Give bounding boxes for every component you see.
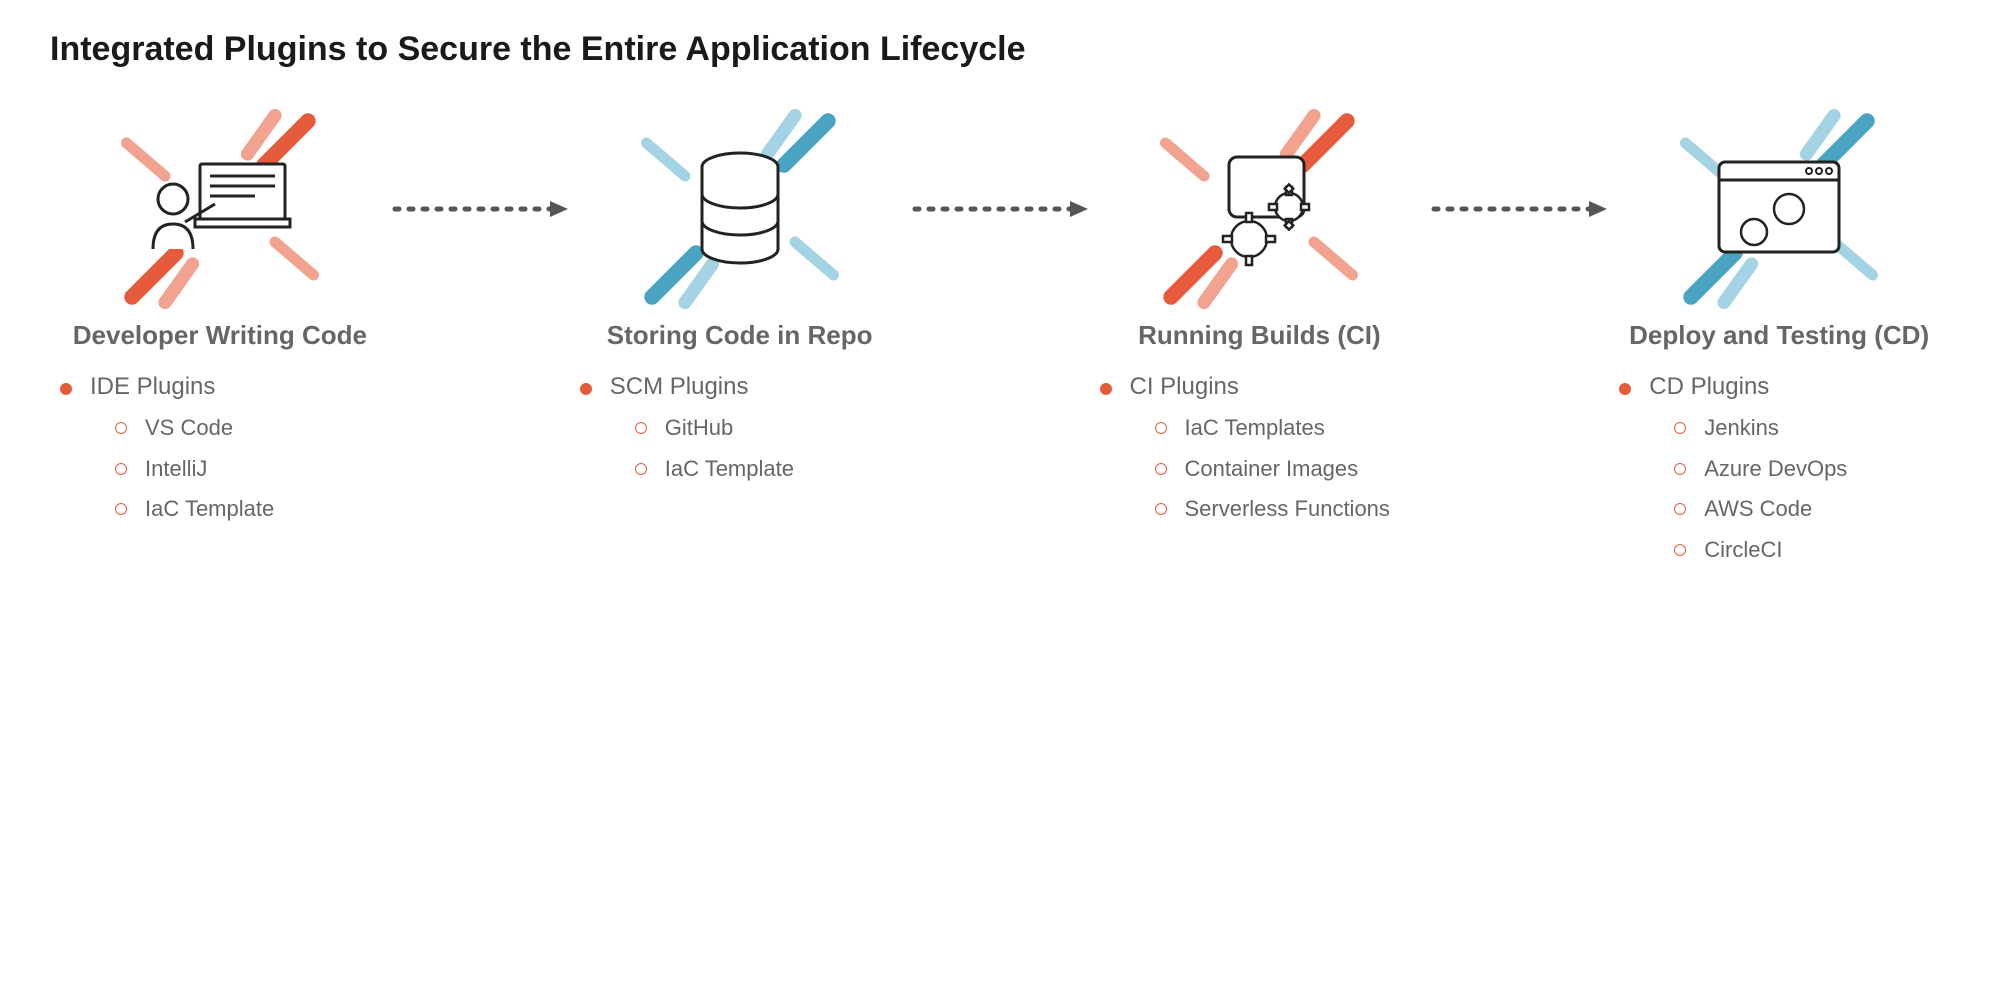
bullet-dot-icon [1619,383,1631,395]
stage-heading: Running Builds (CI) [1090,319,1430,353]
list-item: Jenkins [1609,413,1949,444]
flow-arrow [390,99,570,319]
build-gears-icon [1194,149,1324,269]
item-label: IaC Template [665,454,794,485]
diagram-title: Integrated Plugins to Secure the Entire … [50,30,1949,69]
list-item: IaC Templates [1090,413,1430,444]
bullet-ring-icon [1674,503,1686,515]
plugin-category: SCM Plugins [570,373,910,401]
bullet-ring-icon [115,503,127,515]
plugin-label: SCM Plugins [610,373,749,401]
plugin-label: CI Plugins [1130,373,1239,401]
plugin-category: CI Plugins [1090,373,1430,401]
item-label: CircleCI [1704,535,1782,566]
database-icon [690,149,790,269]
stage-heading: Storing Code in Repo [570,319,910,353]
plugin-label: CD Plugins [1649,373,1769,401]
item-label: AWS Code [1704,494,1812,525]
item-label: GitHub [665,413,733,444]
bullet-ring-icon [1674,544,1686,556]
stage-cd: Deploy and Testing (CD) CD Plugins Jenki… [1609,99,1949,576]
list-item: IntelliJ [50,454,390,485]
list-item: IaC Template [50,494,390,525]
list-item: VS Code [50,413,390,444]
item-label: IaC Templates [1185,413,1325,444]
bullet-ring-icon [115,422,127,434]
plugin-category: CD Plugins [1609,373,1949,401]
lifecycle-flow: Developer Writing Code IDE Plugins VS Co… [50,99,1949,576]
list-item: Azure DevOps [1609,454,1949,485]
stage-repo: Storing Code in Repo SCM Plugins GitHub … [570,99,910,494]
deploy-window-icon [1709,154,1849,264]
bullet-dot-icon [60,383,72,395]
stage-developer: Developer Writing Code IDE Plugins VS Co… [50,99,390,535]
list-item: IaC Template [570,454,910,485]
item-label: VS Code [145,413,233,444]
item-label: Azure DevOps [1704,454,1847,485]
item-label: Serverless Functions [1185,494,1390,525]
stage-ci: Running Builds (CI) CI Plugins IaC Templ… [1090,99,1430,535]
bullet-dot-icon [580,383,592,395]
item-label: IntelliJ [145,454,207,485]
bullet-ring-icon [115,463,127,475]
bullet-ring-icon [1155,422,1167,434]
bullet-dot-icon [1100,383,1112,395]
plugin-label: IDE Plugins [90,373,215,401]
bullet-ring-icon [1155,463,1167,475]
bullet-ring-icon [635,463,647,475]
bullet-ring-icon [1674,463,1686,475]
list-item: CircleCI [1609,535,1949,566]
bullet-ring-icon [1674,422,1686,434]
stage-heading: Deploy and Testing (CD) [1609,319,1949,353]
list-item: GitHub [570,413,910,444]
stage-heading: Developer Writing Code [50,319,390,353]
list-item: AWS Code [1609,494,1949,525]
item-label: Container Images [1185,454,1359,485]
bullet-ring-icon [1155,503,1167,515]
developer-icon [145,154,295,264]
item-label: IaC Template [145,494,274,525]
list-item: Container Images [1090,454,1430,485]
bullet-ring-icon [635,422,647,434]
flow-arrow [910,99,1090,319]
plugin-category: IDE Plugins [50,373,390,401]
item-label: Jenkins [1704,413,1779,444]
list-item: Serverless Functions [1090,494,1430,525]
flow-arrow [1429,99,1609,319]
